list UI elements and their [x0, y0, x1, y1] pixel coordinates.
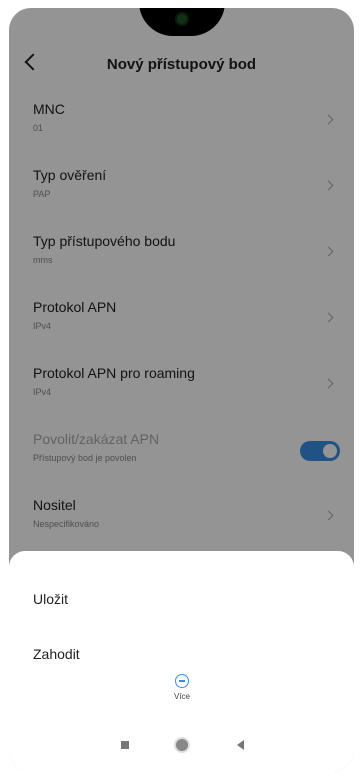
- more-button[interactable]: Více: [173, 674, 191, 714]
- camera-icon: [175, 12, 189, 26]
- home-icon[interactable]: [176, 739, 188, 751]
- back-triangle-icon[interactable]: [237, 740, 244, 750]
- recents-icon[interactable]: [121, 741, 129, 749]
- more-label: Více: [173, 692, 190, 701]
- phone-frame: 10:00 LTE Nový přístupový bod MNC 01 Typ…: [0, 0, 363, 784]
- save-button[interactable]: Uložit: [33, 591, 68, 607]
- more-icon: [175, 674, 189, 688]
- screen: 10:00 LTE Nový přístupový bod MNC 01 Typ…: [9, 8, 354, 772]
- system-nav-bar: [9, 723, 354, 772]
- discard-button[interactable]: Zahodit: [33, 646, 80, 662]
